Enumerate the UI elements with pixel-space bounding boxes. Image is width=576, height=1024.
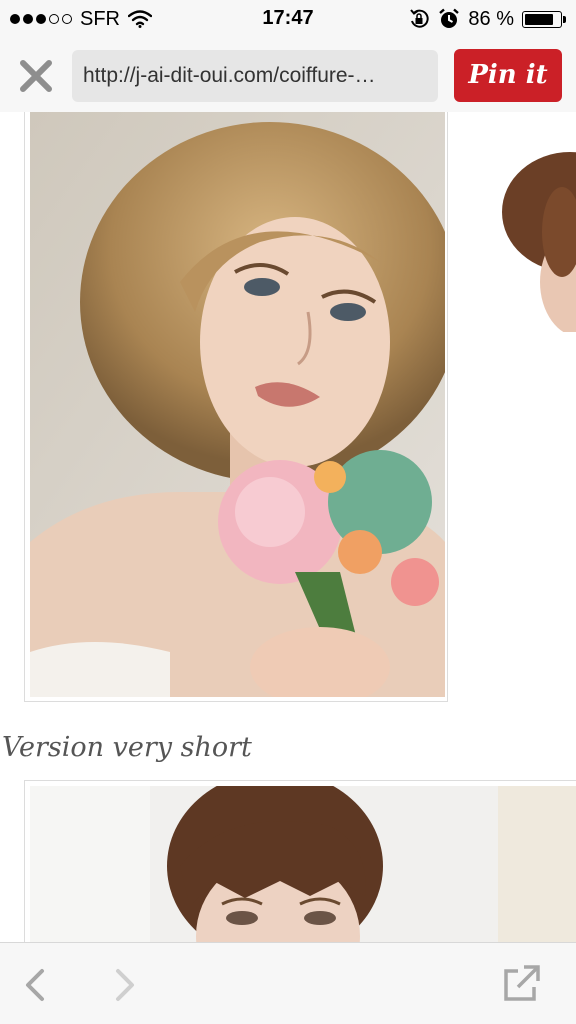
close-icon xyxy=(20,60,52,92)
battery-fill xyxy=(525,13,553,25)
rotation-lock-icon xyxy=(410,9,430,28)
pixie-cut-photo[interactable] xyxy=(30,786,576,942)
forward-arrow-icon xyxy=(116,969,134,1001)
section-heading: Version very short xyxy=(2,732,252,763)
share-button[interactable] xyxy=(500,963,542,1005)
page-content: Version very short xyxy=(0,112,576,942)
side-photo-brown-hair[interactable] xyxy=(500,132,576,332)
battery-percent: 86 % xyxy=(468,7,514,30)
back-arrow-icon xyxy=(26,969,44,1001)
pin-it-button[interactable]: Pin it xyxy=(454,49,562,102)
close-button[interactable] xyxy=(16,56,56,96)
back-button[interactable] xyxy=(20,967,52,1003)
bottom-toolbar xyxy=(0,942,576,1024)
share-icon xyxy=(504,965,540,1001)
url-field[interactable]: http://j-ai-dit-oui.com/coiffure-… xyxy=(72,50,438,102)
address-header: http://j-ai-dit-oui.com/coiffure-… Pin i… xyxy=(0,40,576,112)
battery-icon xyxy=(522,10,562,28)
bride-curly-hair-photo[interactable] xyxy=(30,112,445,697)
status-right: 86 % xyxy=(408,7,566,31)
status-bar: SFR 17:47 86 % xyxy=(0,0,576,40)
forward-button[interactable] xyxy=(108,967,140,1003)
alarm-icon xyxy=(439,8,460,28)
battery-nub xyxy=(563,15,566,23)
